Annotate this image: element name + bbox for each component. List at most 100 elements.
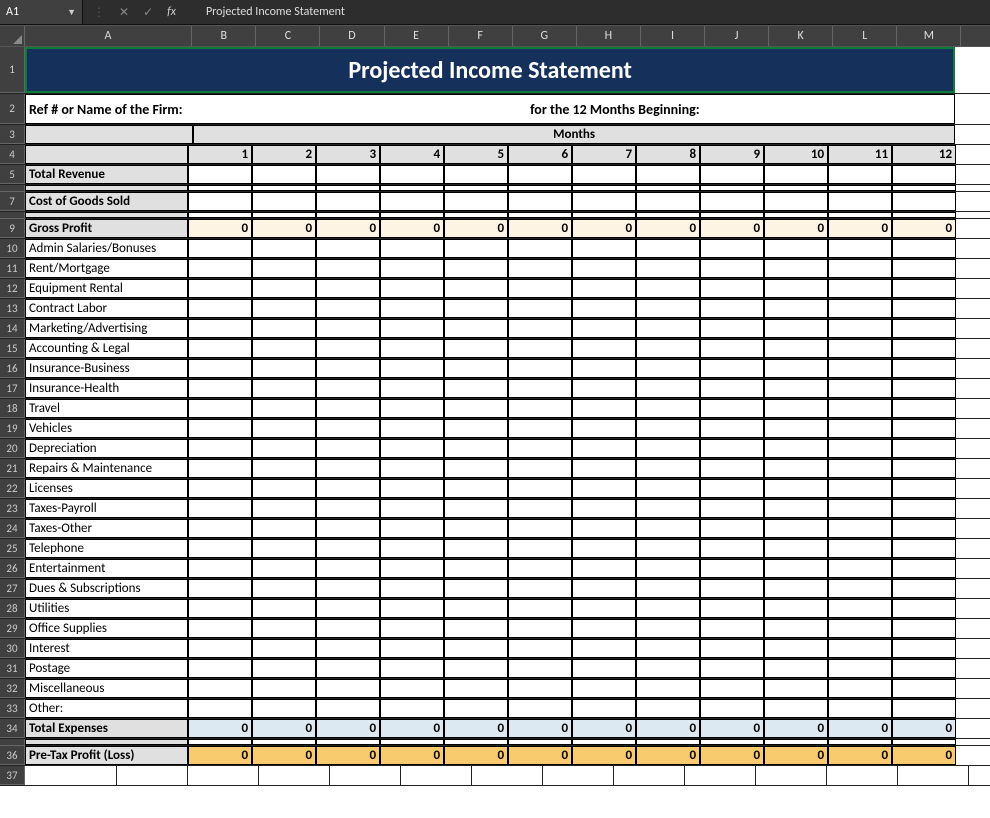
cell[interactable] [188,419,252,438]
row-header[interactable]: 2 [0,94,25,124]
cell[interactable]: 0 [636,719,700,738]
cell[interactable] [700,279,764,298]
cell[interactable] [700,359,764,378]
cell[interactable]: 0 [700,746,764,765]
cell[interactable] [636,699,700,718]
expense-label[interactable]: Accounting & Legal [25,339,188,358]
cell[interactable] [700,479,764,498]
cell[interactable] [444,339,508,358]
cell[interactable] [444,599,508,618]
cell[interactable] [188,766,259,785]
expense-label[interactable]: Contract Labor [25,299,188,318]
cell[interactable] [316,419,380,438]
cell[interactable] [572,739,636,745]
row-header[interactable]: 10 [0,239,25,258]
cell[interactable] [572,659,636,678]
cell[interactable]: 0 [188,719,252,738]
cell[interactable] [188,239,252,258]
cell[interactable] [636,579,700,598]
cell[interactable] [828,739,892,745]
expense-label[interactable]: Admin Salaries/Bonuses [25,239,188,258]
cell[interactable] [508,439,572,458]
cell[interactable] [828,379,892,398]
row-header[interactable]: 20 [0,439,25,458]
cell[interactable] [380,679,444,698]
cell[interactable] [956,659,990,678]
cell[interactable] [316,739,380,745]
cell[interactable] [380,519,444,538]
cell[interactable]: 0 [508,746,572,765]
cell[interactable] [444,212,508,218]
cell[interactable] [252,599,316,618]
cell[interactable] [828,439,892,458]
cell[interactable] [188,299,252,318]
row-header[interactable]: 4 [0,145,25,164]
expense-label[interactable]: Office Supplies [25,619,188,638]
cell[interactable]: 0 [444,746,508,765]
cell[interactable] [892,299,956,318]
col-header[interactable]: H [577,26,641,46]
cell[interactable] [25,739,188,745]
cell[interactable] [828,459,892,478]
cell[interactable] [380,212,444,218]
cell[interactable] [316,379,380,398]
cell[interactable] [636,659,700,678]
col-header[interactable]: I [641,26,705,46]
cell[interactable] [572,519,636,538]
cell[interactable] [380,479,444,498]
cell[interactable] [764,739,828,745]
cell[interactable] [764,165,828,184]
cell[interactable] [444,639,508,658]
cell[interactable]: 0 [508,219,572,238]
cell[interactable] [636,165,700,184]
cell[interactable] [188,185,252,191]
cell[interactable] [636,459,700,478]
cell[interactable] [380,579,444,598]
cell[interactable] [444,259,508,278]
cell[interactable]: 0 [828,719,892,738]
cell[interactable] [252,319,316,338]
cell[interactable] [572,639,636,658]
cell[interactable] [828,479,892,498]
cell[interactable] [956,145,990,164]
cell[interactable] [700,399,764,418]
cell[interactable] [252,439,316,458]
cell[interactable] [188,619,252,638]
cell[interactable] [444,399,508,418]
col-header[interactable]: B [192,26,256,46]
cell[interactable] [892,659,956,678]
cell[interactable] [188,599,252,618]
cell[interactable] [700,519,764,538]
cell[interactable] [956,519,990,538]
cell[interactable] [508,399,572,418]
cell[interactable] [764,239,828,258]
cell[interactable] [444,419,508,438]
cell[interactable] [700,559,764,578]
cell[interactable] [252,699,316,718]
expense-label[interactable]: Travel [25,399,188,418]
cell[interactable] [316,519,380,538]
cell[interactable] [380,459,444,478]
cell[interactable] [636,539,700,558]
cell[interactable] [380,419,444,438]
cell[interactable] [380,619,444,638]
cell[interactable]: 0 [380,719,444,738]
cell[interactable] [508,639,572,658]
cell[interactable] [956,185,990,191]
expense-label[interactable]: Interest [25,639,188,658]
cell[interactable] [892,539,956,558]
cell[interactable] [828,419,892,438]
cell[interactable] [188,279,252,298]
cell[interactable] [956,299,990,318]
row-header[interactable]: 23 [0,499,25,518]
cell[interactable] [892,239,956,258]
row-header[interactable]: 11 [0,259,25,278]
cell[interactable] [444,539,508,558]
cell[interactable] [444,239,508,258]
row-header[interactable]: 37 [0,766,25,785]
cell[interactable] [956,539,990,558]
col-header[interactable]: G [513,26,577,46]
cell[interactable] [636,339,700,358]
cell[interactable] [828,539,892,558]
fx-icon[interactable]: fx [167,5,176,19]
